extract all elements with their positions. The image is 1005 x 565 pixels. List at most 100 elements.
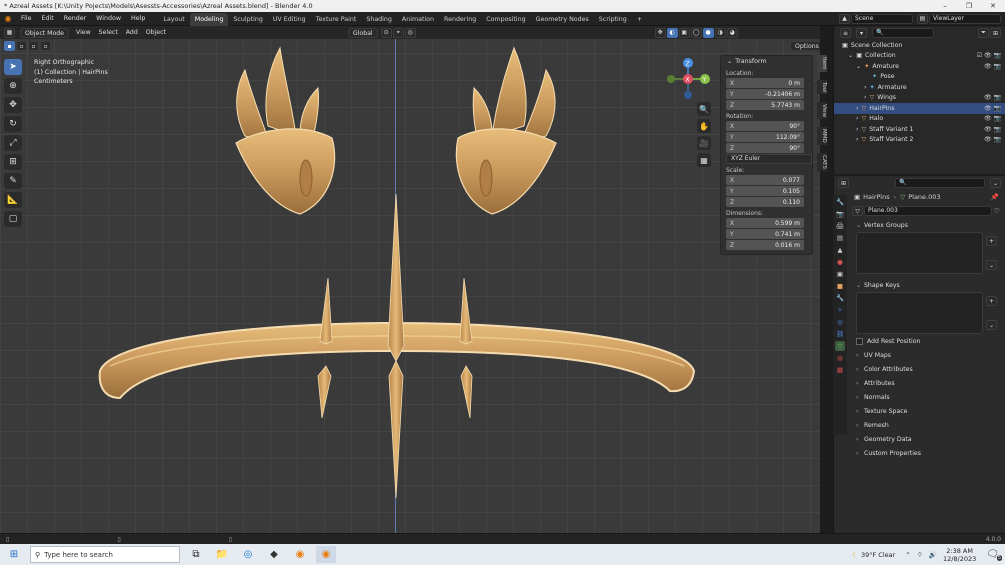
visibility-eye-icon[interactable]: 👁 📷 <box>984 94 1001 101</box>
physics-tab-icon[interactable]: ◎ <box>835 317 845 327</box>
close-button[interactable]: ✕ <box>981 2 1005 10</box>
scene-field[interactable]: Scene <box>851 13 913 24</box>
outliner-search-input[interactable]: 🔍 <box>872 28 934 38</box>
outliner-row-staff-variant-2[interactable]: › ▽ Staff Variant 2 👁 📷 <box>834 135 1005 146</box>
notifications-icon[interactable]: 🗨 5 <box>986 549 1002 561</box>
outliner-editor-icon[interactable]: ≡ <box>840 28 851 38</box>
rotation-y-field[interactable]: Y 112.09° <box>726 132 804 142</box>
view-layer-tab-icon[interactable]: ▤ <box>835 233 845 243</box>
zoom-icon[interactable]: 🔍 <box>697 102 711 116</box>
outliner-row-pose[interactable]: ✦ Pose <box>834 72 1005 83</box>
expand-arrow-icon[interactable]: › <box>856 115 858 122</box>
minimize-button[interactable]: – <box>933 2 957 10</box>
material-tab-icon[interactable]: ◍ <box>835 353 845 363</box>
shape-key-menu-icon[interactable]: ⌄ <box>986 320 997 330</box>
maximize-button[interactable]: ❐ <box>957 2 981 10</box>
outliner-row-collection[interactable]: ⌄ ▣ Collection ☑ 👁 📷 <box>834 51 1005 62</box>
tab-texture-paint[interactable]: Texture Paint <box>311 13 362 26</box>
section-color-attributes[interactable]: › Color Attributes <box>834 362 1005 376</box>
menu-edit[interactable]: Edit <box>37 12 59 26</box>
expand-arrow-icon[interactable]: › <box>864 94 866 101</box>
tab-sculpting[interactable]: Sculpting <box>228 13 267 26</box>
expand-arrow-icon[interactable]: › <box>856 136 858 143</box>
tab-geometry-nodes[interactable]: Geometry Nodes <box>531 13 594 26</box>
pan-hand-icon[interactable]: ✋ <box>697 119 711 133</box>
display-mode-icon[interactable]: ▾ <box>856 28 867 38</box>
section-shape-keys[interactable]: ⌄ Shape Keys <box>834 278 1005 292</box>
menu-help[interactable]: Help <box>126 12 150 26</box>
particles-tab-icon[interactable]: ✧ <box>835 305 845 315</box>
expand-arrow-icon[interactable]: › <box>864 84 866 91</box>
menu-window[interactable]: Window <box>91 12 126 26</box>
scene-tab-icon[interactable]: ▲ <box>835 245 845 255</box>
tool-tab-icon[interactable]: 🔧 <box>835 197 845 207</box>
new-collection-icon[interactable]: ⊞ <box>990 28 1001 38</box>
render-tab-icon[interactable]: 📷 <box>835 209 845 219</box>
mesh-data-tab-icon[interactable]: ▽ <box>835 341 845 351</box>
section-texture-space[interactable]: › Texture Space <box>834 404 1005 418</box>
sidebar-tab-cats[interactable]: CATS <box>817 153 827 172</box>
scale-x-field[interactable]: X 0.077 <box>726 175 804 185</box>
world-tab-icon[interactable]: ● <box>835 257 845 267</box>
add-rest-position-row[interactable]: Add Rest Position <box>834 334 1005 348</box>
tab-animation[interactable]: Animation <box>397 13 439 26</box>
expand-arrow-icon[interactable]: › <box>856 126 858 133</box>
blender-logo-icon[interactable]: ◉ <box>0 14 16 23</box>
right-wing-ornament[interactable] <box>455 46 557 215</box>
edge-browser-icon[interactable]: ◎ <box>238 546 258 563</box>
fake-user-icon[interactable]: ♡ <box>994 207 1000 215</box>
sidebar-tab-tool[interactable]: Tool <box>817 79 827 95</box>
expand-arrow-icon[interactable]: ⌄ <box>848 52 853 59</box>
blender-taskbar-icon[interactable]: ◉ <box>290 546 310 563</box>
clock[interactable]: 2:38 AM 12/8/2023 <box>943 547 976 563</box>
blender-active-taskbar-icon[interactable]: ◉ <box>316 546 336 563</box>
scene-icon[interactable]: ▲ <box>839 13 850 24</box>
add-shape-key-icon[interactable]: + <box>986 296 997 306</box>
tab-layout[interactable]: Layout <box>158 13 189 26</box>
dimensions-x-field[interactable]: X 0.599 m <box>726 218 804 228</box>
section-remesh[interactable]: › Remesh <box>834 418 1005 432</box>
pin-icon[interactable]: 📌 <box>991 193 999 201</box>
unity-icon[interactable]: ◆ <box>264 546 284 563</box>
rotation-z-field[interactable]: Z 90° <box>726 143 804 153</box>
show-hidden-icons-icon[interactable]: ⌃ <box>905 551 910 559</box>
transform-panel-header[interactable]: ⌄ Transform <box>721 56 812 67</box>
location-y-field[interactable]: Y -0.21406 m <box>726 89 804 99</box>
visibility-eye-icon[interactable]: 👁 📷 <box>984 126 1001 133</box>
3d-viewport[interactable]: ▦ Object Mode View Select Add Object Glo… <box>0 26 820 533</box>
output-tab-icon[interactable]: 🖨 <box>835 221 845 231</box>
task-view-icon[interactable]: ⧉ <box>186 546 206 563</box>
tab-modeling[interactable]: Modeling <box>189 12 229 26</box>
camera-view-icon[interactable]: 🎥 <box>697 136 711 150</box>
section-geometry-data[interactable]: › Geometry Data <box>834 432 1005 446</box>
outliner-row-hairpins[interactable]: › ▽ HairPins 👁 📷 <box>834 103 1005 114</box>
expand-arrow-icon[interactable]: ⌄ <box>856 63 861 70</box>
visibility-eye-icon[interactable]: 👁 📷 <box>984 136 1001 143</box>
ortho-grid-icon[interactable]: ▦ <box>697 153 711 167</box>
outliner-row-halo[interactable]: › ▽ Halo 👁 📷 <box>834 114 1005 125</box>
expand-arrow-icon[interactable]: › <box>856 105 858 112</box>
constraints-tab-icon[interactable]: ⛓ <box>835 329 845 339</box>
file-explorer-icon[interactable]: 📁 <box>212 546 232 563</box>
properties-options-icon[interactable]: ⌄ <box>990 178 1001 188</box>
menu-render[interactable]: Render <box>59 12 91 26</box>
mesh-name-field[interactable]: Plane.003 <box>864 206 992 216</box>
properties-editor-icon[interactable]: ⊞ <box>838 178 849 188</box>
rotation-x-field[interactable]: X 90° <box>726 121 804 131</box>
view-layer-icon[interactable]: ▤ <box>917 13 928 24</box>
tab-scripting[interactable]: Scripting <box>594 13 632 26</box>
outliner-row-wings[interactable]: › ▽ Wings 👁 📷 <box>834 93 1005 104</box>
outliner-row-scene-collection[interactable]: ▣ Scene Collection <box>834 40 1005 51</box>
section-normals[interactable]: › Normals <box>834 390 1005 404</box>
sidebar-tab-item[interactable]: Item <box>817 55 827 72</box>
volume-icon[interactable]: 🔊 <box>929 551 937 559</box>
add-rest-position-checkbox[interactable] <box>856 337 863 345</box>
tab-uv-editing[interactable]: UV Editing <box>268 13 311 26</box>
collection-tab-icon[interactable]: ▣ <box>835 269 845 279</box>
section-uv-maps[interactable]: › UV Maps <box>834 348 1005 362</box>
shape-keys-list[interactable] <box>856 292 983 334</box>
add-vertex-group-icon[interactable]: + <box>986 236 997 246</box>
filter-icon[interactable]: ⏷ <box>978 28 989 38</box>
properties-search-input[interactable]: 🔍 <box>895 178 985 188</box>
dimensions-y-field[interactable]: Y 0.741 m <box>726 229 804 239</box>
